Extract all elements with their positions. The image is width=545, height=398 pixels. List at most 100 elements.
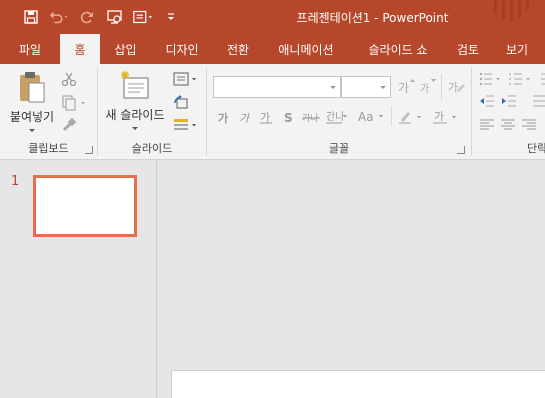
chevron-down-icon <box>330 86 336 89</box>
slide-canvas[interactable] <box>171 370 545 398</box>
italic-button[interactable]: 가 <box>238 109 252 128</box>
clear-formatting-button[interactable]: 가 <box>447 78 465 97</box>
format-painter-button[interactable] <box>60 116 78 134</box>
align-left-icon <box>480 119 494 130</box>
svg-text:가: 가 <box>218 111 228 125</box>
change-case-button[interactable]: Aa <box>357 109 385 128</box>
layout-dropdown-button[interactable] <box>172 70 200 88</box>
new-slide-button[interactable]: 새 슬라이드 <box>102 70 168 130</box>
svg-text:간나: 간나 <box>326 111 344 123</box>
svg-text:가: 가 <box>434 110 444 123</box>
svg-text:Aa: Aa <box>358 110 374 124</box>
align-left-button[interactable] <box>478 116 496 134</box>
decrease-font-size-button[interactable]: 가 <box>419 78 437 97</box>
svg-text:가: 가 <box>260 111 270 124</box>
font-launcher-icon[interactable] <box>457 146 465 154</box>
tab-review[interactable]: 검토 <box>447 34 489 64</box>
highlight-button[interactable] <box>397 109 427 128</box>
chevron-down-icon <box>132 127 138 130</box>
italic-icon: 가 <box>239 112 251 125</box>
align-center-icon <box>501 119 515 130</box>
tab-home[interactable]: 홈 <box>60 34 100 64</box>
paste-button[interactable]: 붙여넣기 <box>6 70 58 132</box>
strikethrough-button[interactable]: 가나 <box>301 109 321 128</box>
align-center-button[interactable] <box>499 116 517 134</box>
numbering-icon <box>509 73 530 85</box>
text-shadow-button[interactable]: S <box>282 109 296 128</box>
font-color-button[interactable]: 가 <box>432 109 462 128</box>
ribbon-home: 붙여넣기 클립보드 새 슬라이드 슬라이드 가 가 가 가 가 가 S 가나 간… <box>0 64 545 160</box>
tab-file[interactable]: 파일 <box>0 34 60 64</box>
increase-font-size-button[interactable]: 가 <box>397 78 415 97</box>
font-size-combobox[interactable] <box>341 76 391 98</box>
underline-button[interactable]: 가 <box>259 109 273 128</box>
decrease-indent-button[interactable] <box>478 92 496 110</box>
section-icon <box>174 119 196 130</box>
group-divider <box>441 74 442 100</box>
tab-view[interactable]: 보기 <box>489 34 545 64</box>
clipboard-launcher-icon[interactable] <box>85 146 93 154</box>
font-group: 가 가 가 가 가 가 S 가나 간나 Aa 가 글꼴 <box>207 64 471 160</box>
font-color-icon: 가 <box>433 110 456 124</box>
reset-icon <box>174 95 188 109</box>
svg-text:가: 가 <box>448 81 458 94</box>
tab-design[interactable]: 디자인 <box>151 34 213 64</box>
cut-button[interactable] <box>60 70 78 88</box>
line-spacing-icon <box>541 73 545 85</box>
group-divider <box>391 106 392 126</box>
format-painter-icon <box>62 117 77 132</box>
copy-icon <box>62 95 85 111</box>
title-bar: 프레젠테이션1 - PowerPoint <box>0 0 545 34</box>
bold-button[interactable]: 가 <box>217 109 231 128</box>
slide-thumbnail-pane: 1 <box>0 160 157 398</box>
new-slide-icon <box>121 71 149 99</box>
increase-font-icon: 가 <box>398 79 415 95</box>
chevron-down-icon <box>380 86 386 89</box>
strikethrough-icon: 가나 <box>302 113 320 124</box>
change-case-icon: Aa <box>358 110 383 124</box>
brand-decoration <box>494 0 529 22</box>
reset-slide-button[interactable] <box>172 94 190 112</box>
svg-text:가: 가 <box>420 83 429 94</box>
align-right-button[interactable] <box>520 116 538 134</box>
slide-number: 1 <box>11 174 20 189</box>
window-title: 프레젠테이션1 - PowerPoint <box>296 10 449 25</box>
line-spacing-button[interactable] <box>538 70 545 88</box>
character-spacing-button[interactable]: 간나 <box>325 109 347 128</box>
scissors-icon <box>61 72 77 87</box>
text-direction-button[interactable] <box>530 92 545 110</box>
slides-group: 새 슬라이드 슬라이드 <box>98 64 206 160</box>
tab-slide-show[interactable]: 슬라이드 쇼 <box>349 34 447 64</box>
decrease-indent-icon <box>480 95 494 107</box>
tab-insert[interactable]: 삽입 <box>100 34 151 64</box>
bullets-icon <box>479 72 500 86</box>
highlighter-icon <box>399 112 421 124</box>
font-name-combobox[interactable] <box>213 76 341 98</box>
slide-layout-icon <box>173 72 196 86</box>
increase-indent-button[interactable] <box>500 92 518 110</box>
underline-icon: 가 <box>260 111 272 124</box>
align-right-icon <box>522 119 536 130</box>
tab-transitions[interactable]: 전환 <box>213 34 263 64</box>
text-shadow-icon: S <box>284 111 293 125</box>
paste-icon <box>20 72 45 103</box>
svg-text:가: 가 <box>398 81 409 94</box>
chevron-down-icon <box>29 129 35 132</box>
tab-animations[interactable]: 애니메이션 <box>263 34 349 64</box>
svg-text:S: S <box>284 111 293 125</box>
clear-formatting-icon: 가 <box>448 81 465 94</box>
bullets-button[interactable] <box>478 70 504 88</box>
clipboard-group: 붙여넣기 클립보드 <box>0 64 97 160</box>
section-button[interactable] <box>172 116 200 134</box>
svg-text:가: 가 <box>239 112 251 125</box>
numbering-button[interactable] <box>508 70 534 88</box>
decrease-font-icon: 가 <box>420 79 436 95</box>
copy-button[interactable] <box>60 94 90 112</box>
text-direction-icon <box>533 95 545 107</box>
increase-indent-icon <box>502 95 516 107</box>
character-spacing-icon: 간나 <box>326 111 347 124</box>
slide-thumbnail[interactable] <box>33 175 137 237</box>
ribbon-tabs: 파일 홈 삽입 디자인 전환 애니메이션 슬라이드 쇼 검토 보기 <box>0 34 545 64</box>
bold-icon: 가 <box>218 111 228 125</box>
slide-editing-area <box>158 160 545 398</box>
